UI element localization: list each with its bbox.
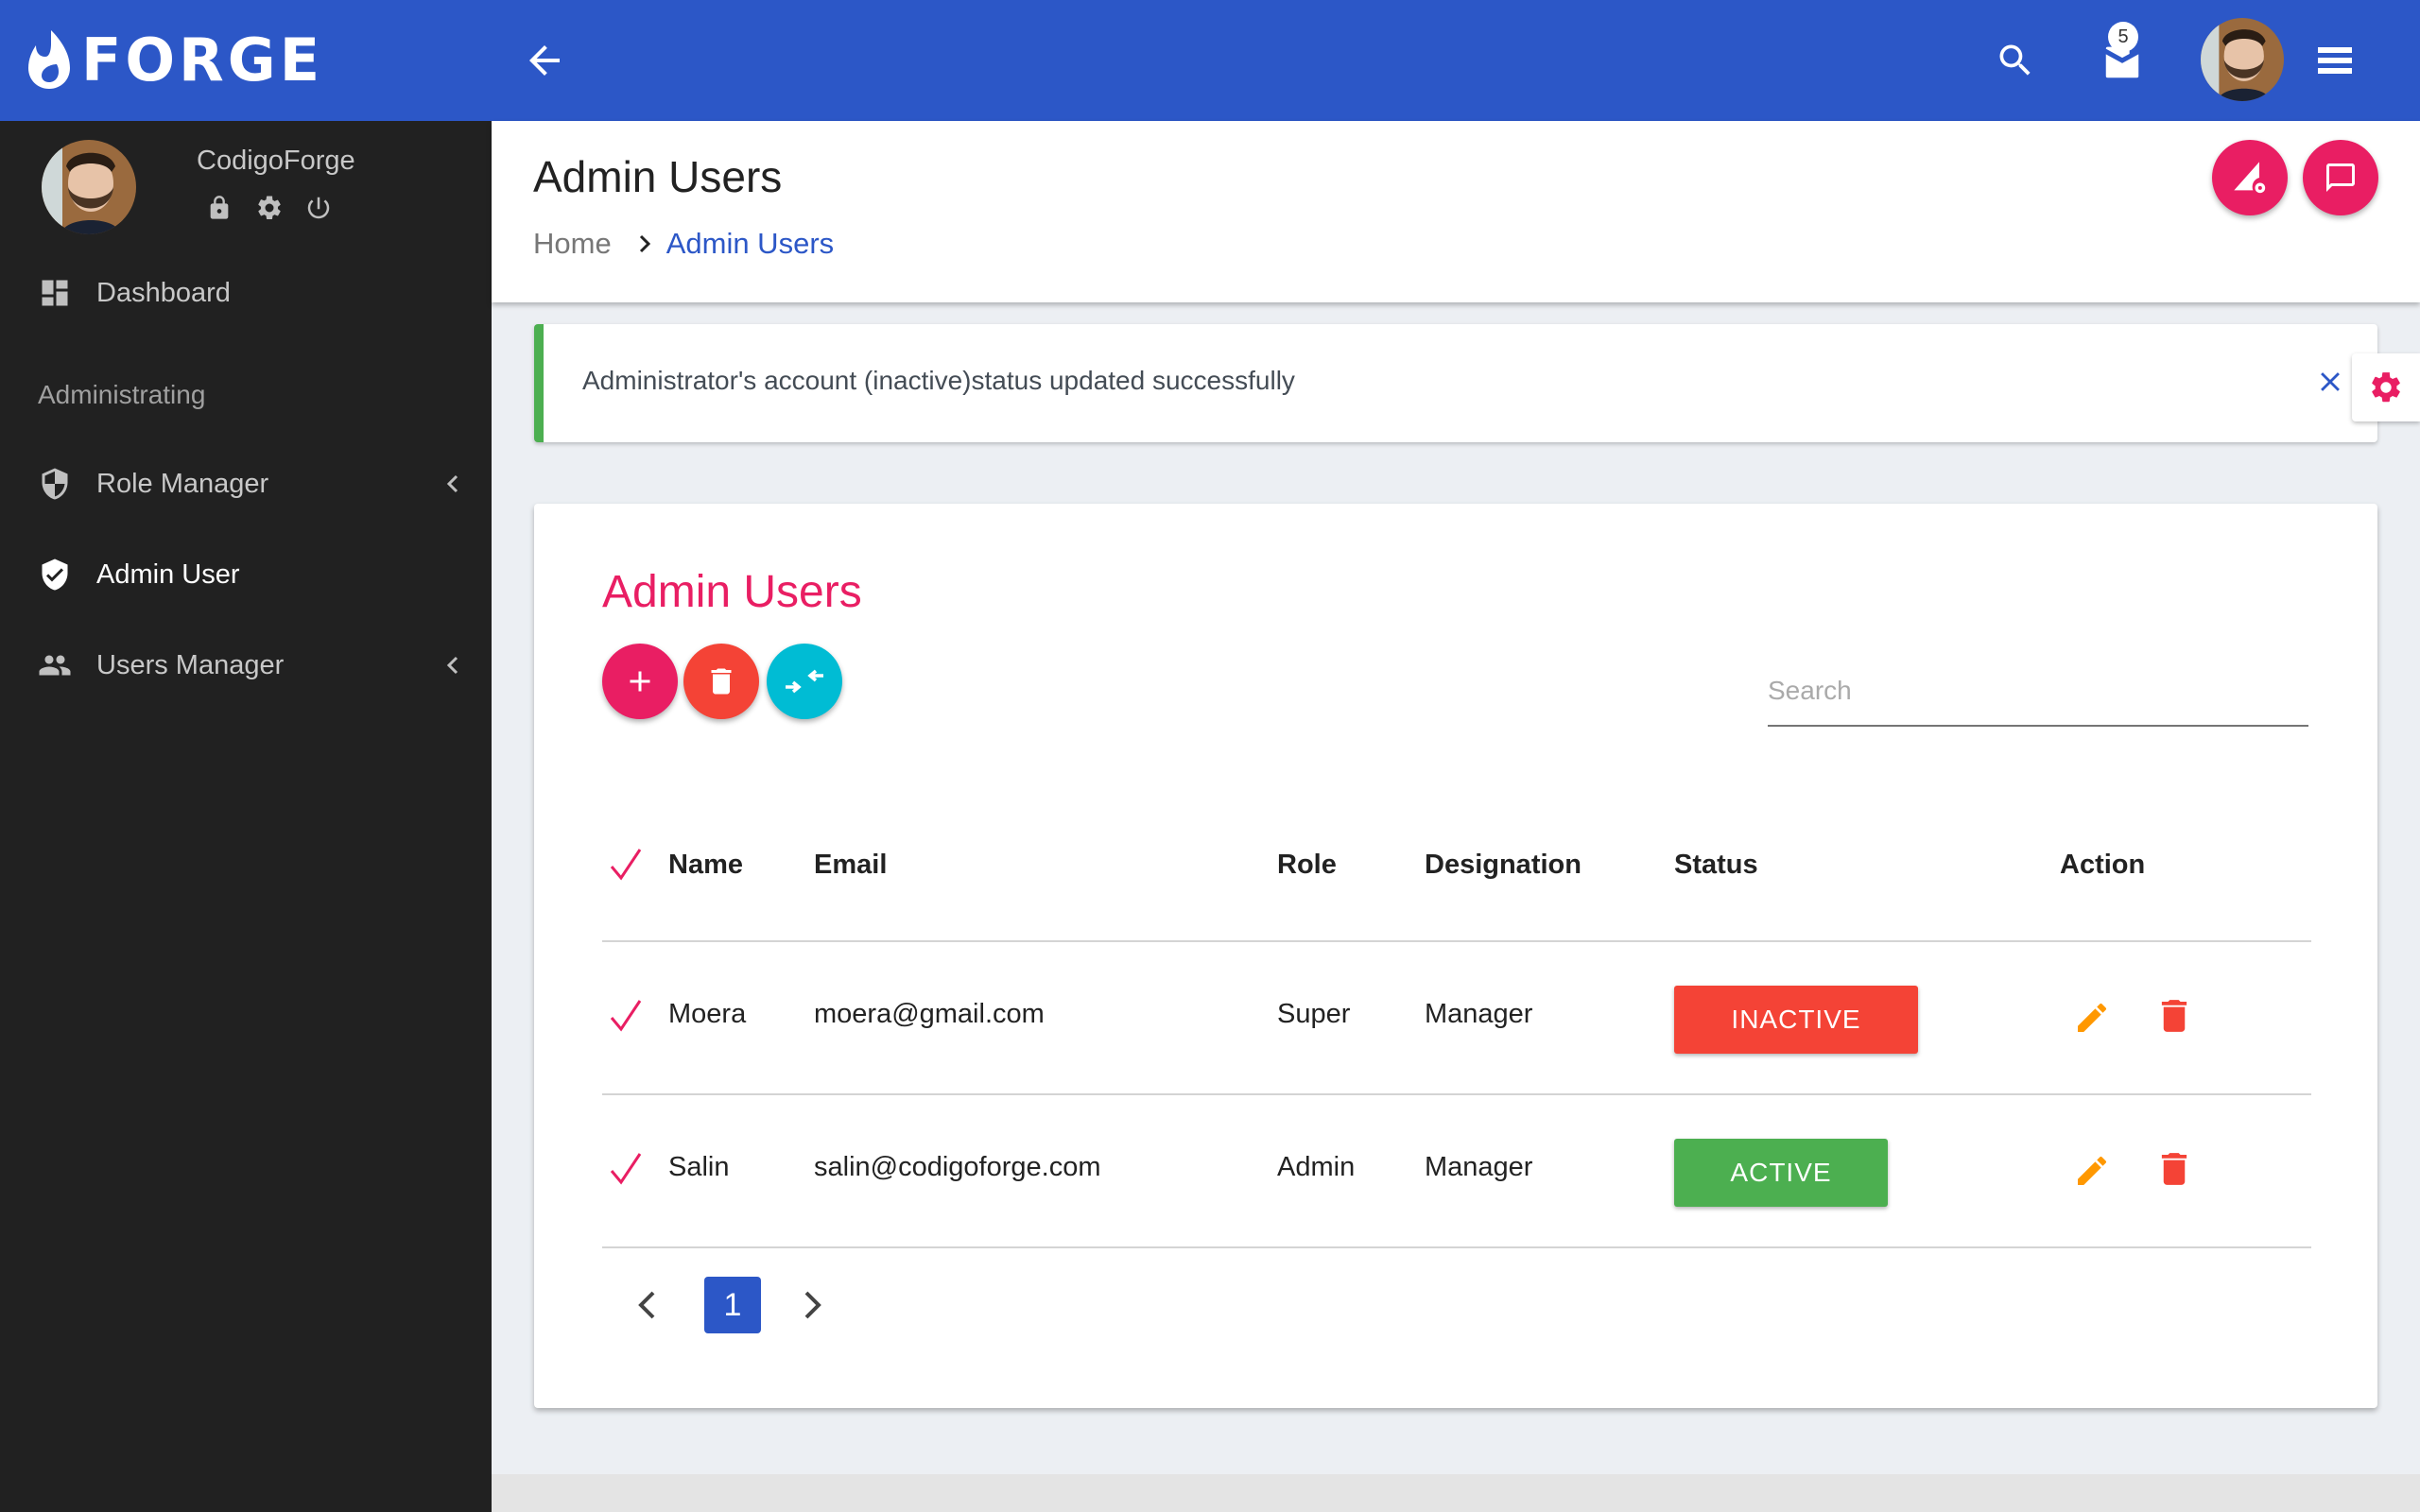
- delete-selected-button[interactable]: [683, 644, 759, 719]
- search-field: [1768, 645, 2308, 730]
- breadcrumb-current[interactable]: Admin Users: [666, 227, 834, 261]
- cell-name: Salin: [668, 1152, 730, 1182]
- add-user-button[interactable]: [602, 644, 678, 719]
- sidebar-item-label: Dashboard: [96, 277, 231, 308]
- table-row: Moera moera@gmail.com Super Manager INAC…: [602, 942, 2311, 1095]
- delete-trash-icon[interactable]: [2160, 997, 2188, 1035]
- back-button[interactable]: [522, 38, 567, 83]
- edit-pencil-icon[interactable]: [2073, 1152, 2111, 1190]
- pagination: 1: [602, 1277, 980, 1333]
- cell-role: Super: [1277, 999, 1351, 1029]
- admin-users-table: Name Email Role Designation Status Actio…: [602, 787, 2311, 1248]
- dashboard-icon: [42, 280, 68, 306]
- table-header-row: Name Email Role Designation Status Actio…: [602, 787, 2311, 942]
- user-avatar[interactable]: [2201, 18, 2284, 101]
- back-arrow-icon: [529, 45, 560, 76]
- sidebar-item-dashboard[interactable]: Dashboard: [0, 260, 492, 326]
- search-button[interactable]: [1995, 40, 2036, 81]
- page-number-button[interactable]: 1: [704, 1277, 761, 1333]
- column-header-designation[interactable]: Designation: [1425, 850, 1582, 881]
- status-toggle-button[interactable]: ACTIVE: [1674, 1139, 1888, 1207]
- column-header-action: Action: [2060, 850, 2146, 880]
- top-app-bar: FORGE 5: [0, 0, 2420, 121]
- trash-icon: [711, 668, 732, 695]
- column-header-email[interactable]: Email: [814, 850, 887, 881]
- forge-logo[interactable]: FORGE: [28, 25, 324, 94]
- alert-close-button[interactable]: [2314, 366, 2346, 398]
- sidebar-avatar[interactable]: [42, 140, 136, 234]
- chat-button[interactable]: [2303, 140, 2378, 215]
- success-alert: Administrator's account (inactive)status…: [534, 324, 2377, 442]
- chevron-right-icon: [639, 234, 650, 253]
- shield-check-icon: [42, 558, 68, 591]
- sidebar-item-role-manager[interactable]: Role Manager: [0, 451, 492, 517]
- column-header-role[interactable]: Role: [1277, 850, 1337, 881]
- sidebar-item-label: Users Manager: [96, 649, 285, 680]
- previous-page-button[interactable]: [636, 1290, 657, 1320]
- sidebar: CodigoForge Dashboard Administrating Rol…: [0, 121, 492, 1512]
- cell-designation: Manager: [1425, 999, 1533, 1029]
- sidebar-item-label: Role Manager: [96, 468, 269, 499]
- footer: [492, 1474, 2420, 1512]
- search-input[interactable]: [1768, 645, 2308, 727]
- cell-email: moera@gmail.com: [814, 999, 1045, 1029]
- mail-count-badge: 5: [2108, 22, 2138, 52]
- cell-role: Admin: [1277, 1152, 1356, 1182]
- format-shapes-gear-icon: [2234, 162, 2266, 194]
- avatar-image: [2201, 18, 2284, 101]
- menu-icon: [2318, 47, 2352, 74]
- gear-icon[interactable]: [255, 194, 282, 222]
- theme-settings-button[interactable]: [2212, 140, 2288, 215]
- shield-half-icon: [42, 468, 68, 500]
- flame-icon: [28, 30, 70, 89]
- sidebar-section-label: Administrating: [38, 380, 206, 409]
- chevron-left-icon: [446, 656, 458, 675]
- alert-message: Administrator's account (inactive)status…: [582, 366, 1295, 395]
- menu-button[interactable]: [2318, 45, 2352, 76]
- edit-pencil-icon[interactable]: [2073, 999, 2111, 1037]
- compare-arrows-icon: [786, 669, 823, 694]
- breadcrumb-home-link[interactable]: Home: [533, 227, 612, 261]
- search-icon: [1999, 44, 2031, 76]
- admin-users-card: Admin Users Name Email Role Designation …: [534, 504, 2377, 1408]
- sidebar-username: CodigoForge: [197, 146, 355, 176]
- cell-name: Moera: [668, 999, 747, 1029]
- lock-icon[interactable]: [206, 194, 233, 222]
- gear-icon: [2372, 372, 2400, 403]
- compare-arrows-button[interactable]: [767, 644, 842, 719]
- delete-trash-icon[interactable]: [2160, 1150, 2188, 1188]
- brand-name: FORGE: [81, 25, 324, 94]
- close-icon: [2321, 372, 2340, 391]
- breadcrumb: Home Admin Users: [533, 227, 834, 261]
- next-page-button[interactable]: [803, 1290, 823, 1320]
- page-title: Admin Users: [533, 152, 783, 201]
- column-header-name[interactable]: Name: [668, 850, 743, 881]
- select-all-checkbox[interactable]: [608, 844, 646, 882]
- row-checkbox[interactable]: [608, 995, 646, 1033]
- sidebar-item-users-manager[interactable]: Users Manager: [0, 632, 492, 698]
- avatar-image: [42, 140, 136, 234]
- sidebar-item-label: Admin User: [96, 558, 240, 590]
- cell-email: salin@codigoforge.com: [814, 1152, 1101, 1182]
- page-header: Admin Users Home Admin Users: [492, 121, 2420, 302]
- row-checkbox[interactable]: [608, 1148, 646, 1186]
- sidebar-item-admin-user[interactable]: Admin User: [0, 541, 492, 608]
- plus-icon: [630, 671, 650, 692]
- card-title: Admin Users: [602, 567, 862, 617]
- settings-panel-toggle[interactable]: [2352, 353, 2420, 421]
- cell-designation: Manager: [1425, 1152, 1533, 1182]
- status-toggle-button[interactable]: INACTIVE: [1674, 986, 1918, 1054]
- chevron-left-icon: [446, 474, 458, 493]
- people-icon: [39, 655, 71, 676]
- power-icon[interactable]: [304, 194, 331, 222]
- user-actions: [206, 194, 331, 222]
- table-row: Salin salin@codigoforge.com Admin Manage…: [602, 1095, 2311, 1248]
- chat-bubble-icon: [2326, 163, 2355, 192]
- column-header-status[interactable]: Status: [1674, 850, 1758, 881]
